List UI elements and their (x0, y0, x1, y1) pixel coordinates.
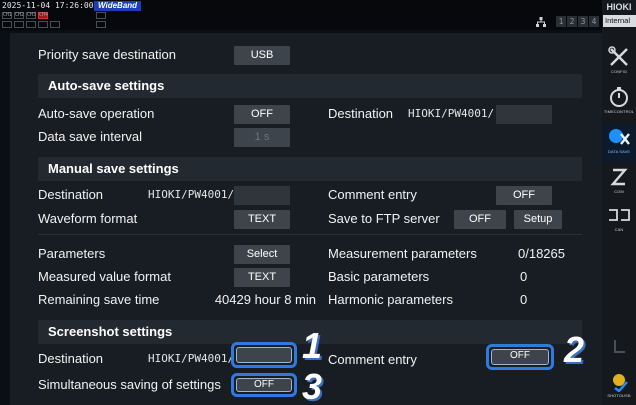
button-face: OFF (236, 378, 292, 392)
sidebar-item-label: CAN (614, 227, 624, 232)
sheet-tab[interactable]: 1 (556, 16, 566, 27)
hold-icon (614, 340, 625, 353)
channel-indicator (26, 21, 36, 28)
status-indicator (96, 21, 106, 28)
simultaneous-saving-button[interactable]: OFF (231, 373, 297, 397)
manual-destination-label: Destination (38, 187, 104, 202)
channel-indicator: CH2 (14, 12, 25, 19)
screenshot-destination-path: HIOKI/PW4001/ (148, 352, 235, 365)
manual-destination-field[interactable] (234, 186, 290, 205)
channel-indicator: CH3 (26, 12, 37, 19)
manual-save-header: Manual save settings (38, 157, 582, 181)
sidebar: HIOKI Internal CONFIG TIMECONTROL DATA S… (602, 0, 636, 405)
timestamp: 2025-11-04 17:26:00 (2, 1, 94, 10)
channel-indicator (50, 21, 60, 28)
measurement-parameters-value: 0/18265 (518, 246, 565, 261)
sidebar-item-data-save[interactable]: DATA SAVE (602, 124, 636, 162)
sidebar-item-label: DATA SAVE (607, 149, 631, 154)
channel-indicator (38, 21, 48, 28)
brand-logo: HIOKI (606, 2, 632, 12)
sidebar-item-screenshot[interactable]: SHOTOUSB (602, 370, 636, 405)
wideband-badge: WideBand (94, 1, 142, 11)
simultaneous-saving-label: Simultaneous saving of settings (38, 377, 221, 392)
can-icon (609, 209, 630, 221)
channel-indicator: CH4 (38, 12, 49, 19)
measured-value-format-label: Measured value format (38, 269, 171, 284)
network-icon (536, 17, 546, 29)
sidebar-item-label: SHOTOUSB (607, 393, 631, 398)
auto-save-destination-label: Destination (328, 106, 394, 121)
parameters-label: Parameters (38, 246, 106, 261)
channel-indicator (14, 21, 24, 28)
sheet-tab[interactable]: 4 (589, 16, 599, 27)
manual-destination-path: HIOKI/PW4001/ (148, 188, 235, 201)
sidebar-item-com[interactable]: COM (602, 164, 636, 202)
priority-save-label: Priority save destination (38, 47, 177, 62)
ftp-save-button[interactable]: OFF (454, 210, 506, 229)
callout-number: 3 (302, 366, 323, 405)
sidebar-item-label: COM (614, 189, 624, 194)
data-save-panel: Priority save destination USB Auto-save … (10, 33, 602, 405)
field-face (236, 347, 292, 363)
screenshot-destination-field[interactable] (231, 342, 297, 368)
harmonic-parameters-value: 0 (520, 292, 528, 307)
sidebar-item-timecontrol[interactable]: TIMECONTROL (602, 84, 636, 122)
divider (38, 234, 582, 235)
stopwatch-icon (610, 87, 628, 107)
parameters-select-button[interactable]: Select (234, 245, 290, 264)
channel-indicators: CH1 CH2 CH3 CH4 (2, 12, 48, 19)
waveform-format-label: Waveform format (38, 211, 138, 226)
sidebar-item-hold[interactable] (602, 334, 636, 372)
callout-number: 2 (564, 329, 585, 370)
wrench-screwdriver-icon (608, 46, 628, 66)
waveform-format-button[interactable]: TEXT (234, 210, 290, 229)
sidebar-item-label: CONFIG (610, 69, 628, 74)
sheet-tab[interactable]: 3 (578, 16, 588, 27)
screenshot-comment-button[interactable]: OFF (486, 344, 554, 370)
measurement-parameters-label: Measurement parameters (328, 246, 477, 261)
remaining-save-time-label: Remaining save time (38, 292, 160, 307)
manual-comment-label: Comment entry (328, 187, 417, 202)
harmonic-parameters-label: Harmonic parameters (328, 292, 453, 307)
button-face: OFF (491, 349, 549, 365)
manual-comment-button[interactable]: OFF (496, 186, 552, 205)
screenshot-destination-label: Destination (38, 351, 104, 366)
auto-save-operation-button[interactable]: OFF (234, 105, 290, 124)
auto-save-destination-field[interactable] (496, 105, 552, 124)
measured-value-format-button[interactable]: TEXT (234, 268, 290, 287)
data-save-interval-button[interactable]: 1 s (234, 128, 290, 147)
com-icon (610, 168, 628, 186)
sheet-tab[interactable]: 2 (567, 16, 577, 27)
ftp-save-label: Save to FTP server (328, 211, 440, 226)
auto-save-header: Auto-save settings (38, 74, 582, 98)
ftp-setup-button[interactable]: Setup (514, 210, 562, 229)
sidebar-item-config[interactable]: CONFIG (602, 44, 636, 82)
sidebar-item-label: TIMECONTROL (603, 109, 635, 114)
mode-indicator: Internal (603, 15, 636, 27)
status-indicator (96, 12, 106, 19)
remaining-save-time-value: 40429 hour 8 min (214, 292, 316, 307)
data-save-interval-label: Data save interval (38, 129, 143, 144)
callout-number: 1 (302, 325, 323, 366)
priority-save-button[interactable]: USB (234, 46, 290, 65)
basic-parameters-value: 0 (520, 269, 528, 284)
screenshot-comment-label: Comment entry (328, 352, 417, 367)
sheet-tabs: 1 2 3 4 (556, 16, 599, 27)
auto-save-destination-path: HIOKI/PW4001/ (408, 107, 495, 120)
channel-indicator (2, 21, 12, 28)
screenshot-icon (613, 374, 628, 392)
status-bar: 2025-11-04 17:26:00 WideBand CH1 CH2 CH3… (0, 0, 636, 30)
channel-indicators-row2 (2, 21, 60, 28)
auto-save-operation-label: Auto-save operation (38, 106, 155, 121)
sidebar-item-can[interactable]: CAN (602, 202, 636, 240)
data-save-icon (609, 129, 630, 145)
channel-indicator: CH1 (2, 12, 13, 19)
basic-parameters-label: Basic parameters (328, 269, 430, 284)
